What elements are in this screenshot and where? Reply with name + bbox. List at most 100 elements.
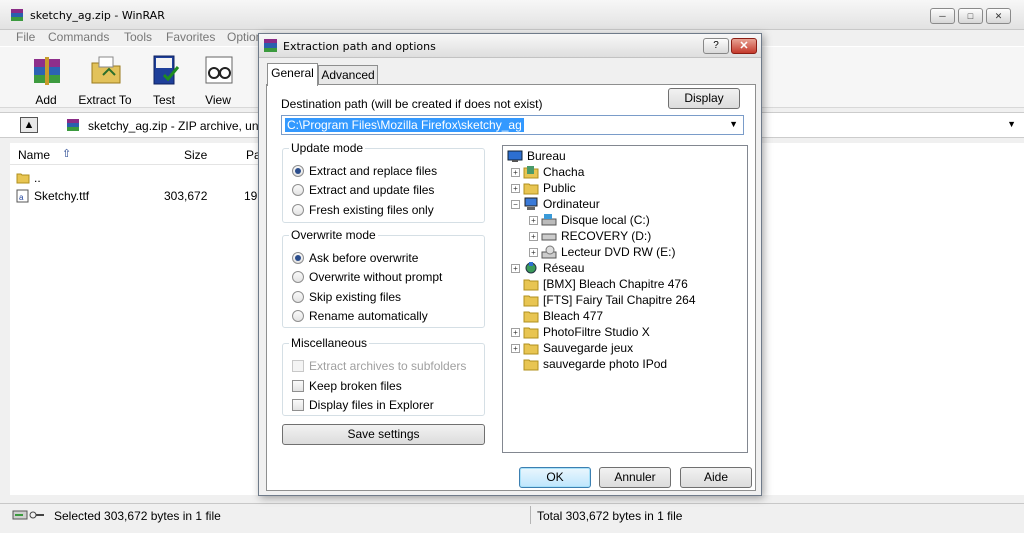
option-label: Rename automatically <box>309 309 428 323</box>
winrar-icon <box>11 9 23 21</box>
ok-button[interactable]: OK <box>519 467 591 488</box>
view-glasses-icon <box>205 56 233 84</box>
tab-general[interactable]: General <box>267 63 318 86</box>
tree-label: RECOVERY (D:) <box>561 229 652 243</box>
expand-icon[interactable]: + <box>511 344 520 353</box>
menu-favorites[interactable]: Favorites <box>166 30 215 44</box>
save-settings-button[interactable]: Save settings <box>282 424 485 445</box>
dialog-title-bar: Extraction path and options ? ✕ <box>259 34 761 58</box>
minimize-button[interactable]: ─ <box>930 8 955 24</box>
view-label: View <box>205 93 231 107</box>
miscellaneous-title: Miscellaneous <box>289 336 370 350</box>
list-area-right <box>762 143 1024 495</box>
status-bar: Selected 303,672 bytes in 1 file Total 3… <box>0 503 1024 525</box>
view-button[interactable]: View <box>186 51 250 107</box>
option-label: Fresh existing files only <box>309 203 434 217</box>
overwrite-mode-title: Overwrite mode <box>289 228 378 242</box>
option-label: Extract and update files <box>309 183 435 197</box>
overwrite-mode-group: Overwrite mode Ask before overwrite Over… <box>282 228 485 328</box>
tree-label: Lecteur DVD RW (E:) <box>561 245 676 259</box>
up-folder-button[interactable]: ▲ <box>20 117 38 133</box>
folder-icon <box>523 311 539 323</box>
radio-button-icon <box>292 252 304 264</box>
miscellaneous-group: Miscellaneous Extract archives to subfol… <box>282 336 485 416</box>
tree-label: Sauvegarde jeux <box>543 341 634 355</box>
general-tab-page: Destination path (will be created if doe… <box>266 84 756 491</box>
hard-drive-icon <box>541 233 557 241</box>
cancel-button[interactable]: Annuler <box>599 467 671 488</box>
tree-label: Chacha <box>543 165 585 179</box>
close-button[interactable]: ✕ <box>986 8 1011 24</box>
user-folder-icon <box>523 166 539 179</box>
tree-label: sauvegarde photo IPod <box>543 357 668 371</box>
svg-text:a: a <box>19 193 24 202</box>
status-separator <box>530 506 531 524</box>
help-title-button[interactable]: ? <box>703 38 729 54</box>
status-selected: Selected 303,672 bytes in 1 file <box>54 509 221 523</box>
file-size: 303,672 <box>164 189 208 203</box>
destination-path-input[interactable]: C:\Program Files\Mozilla Firefox\sketchy… <box>281 115 744 135</box>
tree-label: [FTS] Fairy Tail Chapitre 264 <box>543 293 696 307</box>
extract-to-label: Extract To <box>78 93 132 107</box>
tree-label: Disque local (C:) <box>561 213 650 227</box>
tree-label: Public <box>543 181 576 195</box>
expand-icon[interactable]: + <box>511 168 520 177</box>
dvd-drive-icon <box>541 245 557 259</box>
expand-icon[interactable]: + <box>511 328 520 337</box>
radio-button-icon <box>292 184 304 196</box>
hard-drive-icon <box>541 214 557 226</box>
list-item[interactable]: a Sketchy.ttf 303,672 19 <box>10 187 260 205</box>
display-button[interactable]: Display <box>668 88 740 109</box>
expand-icon[interactable]: + <box>529 232 538 241</box>
collapse-icon[interactable]: − <box>511 200 520 209</box>
address-dropdown-icon[interactable]: ▼ <box>1007 119 1016 129</box>
help-button[interactable]: Aide <box>680 467 752 488</box>
option-label: Skip existing files <box>309 290 402 304</box>
column-size[interactable]: Size <box>184 148 207 162</box>
network-icon <box>525 262 537 274</box>
folder-icon <box>523 279 539 291</box>
checkbox-icon <box>292 380 304 392</box>
folder-icon <box>523 343 539 355</box>
tree-label: [BMX] Bleach Chapitre 476 <box>543 277 688 291</box>
drive-key-icon <box>12 510 44 520</box>
expand-icon[interactable]: + <box>511 184 520 193</box>
menu-file[interactable]: File <box>16 30 35 44</box>
menu-commands[interactable]: Commands <box>48 30 109 44</box>
font-file-icon: a <box>16 189 29 203</box>
checkbox-icon <box>292 399 304 411</box>
option-label: Extract and replace files <box>309 164 438 178</box>
update-mode-group: Update mode Extract and replace files Ex… <box>282 141 485 223</box>
tab-advanced[interactable]: Advanced <box>318 65 378 85</box>
computer-icon <box>524 197 538 210</box>
window-title: sketchy_ag.zip - WinRAR <box>30 9 165 22</box>
close-dialog-button[interactable]: ✕ <box>731 38 757 54</box>
folder-tree[interactable]: Bureau + Chacha + Public − Ordinateur + … <box>502 145 748 453</box>
expand-icon[interactable]: + <box>529 248 538 257</box>
tree-label: PhotoFiltre Studio X <box>543 325 650 339</box>
extract-to-button[interactable]: Extract To <box>73 51 137 107</box>
add-archive-icon <box>34 57 60 85</box>
list-item[interactable]: .. <box>10 169 260 187</box>
folder-icon <box>523 295 539 307</box>
menu-tools[interactable]: Tools <box>124 30 152 44</box>
checkbox-icon <box>292 360 304 372</box>
chevron-down-icon[interactable]: ▼ <box>729 119 738 129</box>
add-label: Add <box>35 93 57 107</box>
expand-icon[interactable]: + <box>529 216 538 225</box>
maximize-button[interactable]: □ <box>958 8 983 24</box>
radio-button-icon <box>292 310 304 322</box>
add-button[interactable]: Add <box>14 51 78 107</box>
tree-label: Bureau <box>527 149 566 163</box>
dialog-title: Extraction path and options <box>283 40 436 53</box>
zip-archive-icon <box>67 119 79 131</box>
folder-icon <box>16 173 30 184</box>
folder-icon <box>523 327 539 339</box>
column-name[interactable]: Name <box>18 148 50 162</box>
option-label: Overwrite without prompt <box>309 270 443 284</box>
tree-label: Ordinateur <box>543 197 600 211</box>
expand-icon[interactable]: + <box>511 264 520 273</box>
extract-folder-icon <box>91 56 121 84</box>
radio-button-icon <box>292 291 304 303</box>
test-book-icon <box>153 55 180 85</box>
